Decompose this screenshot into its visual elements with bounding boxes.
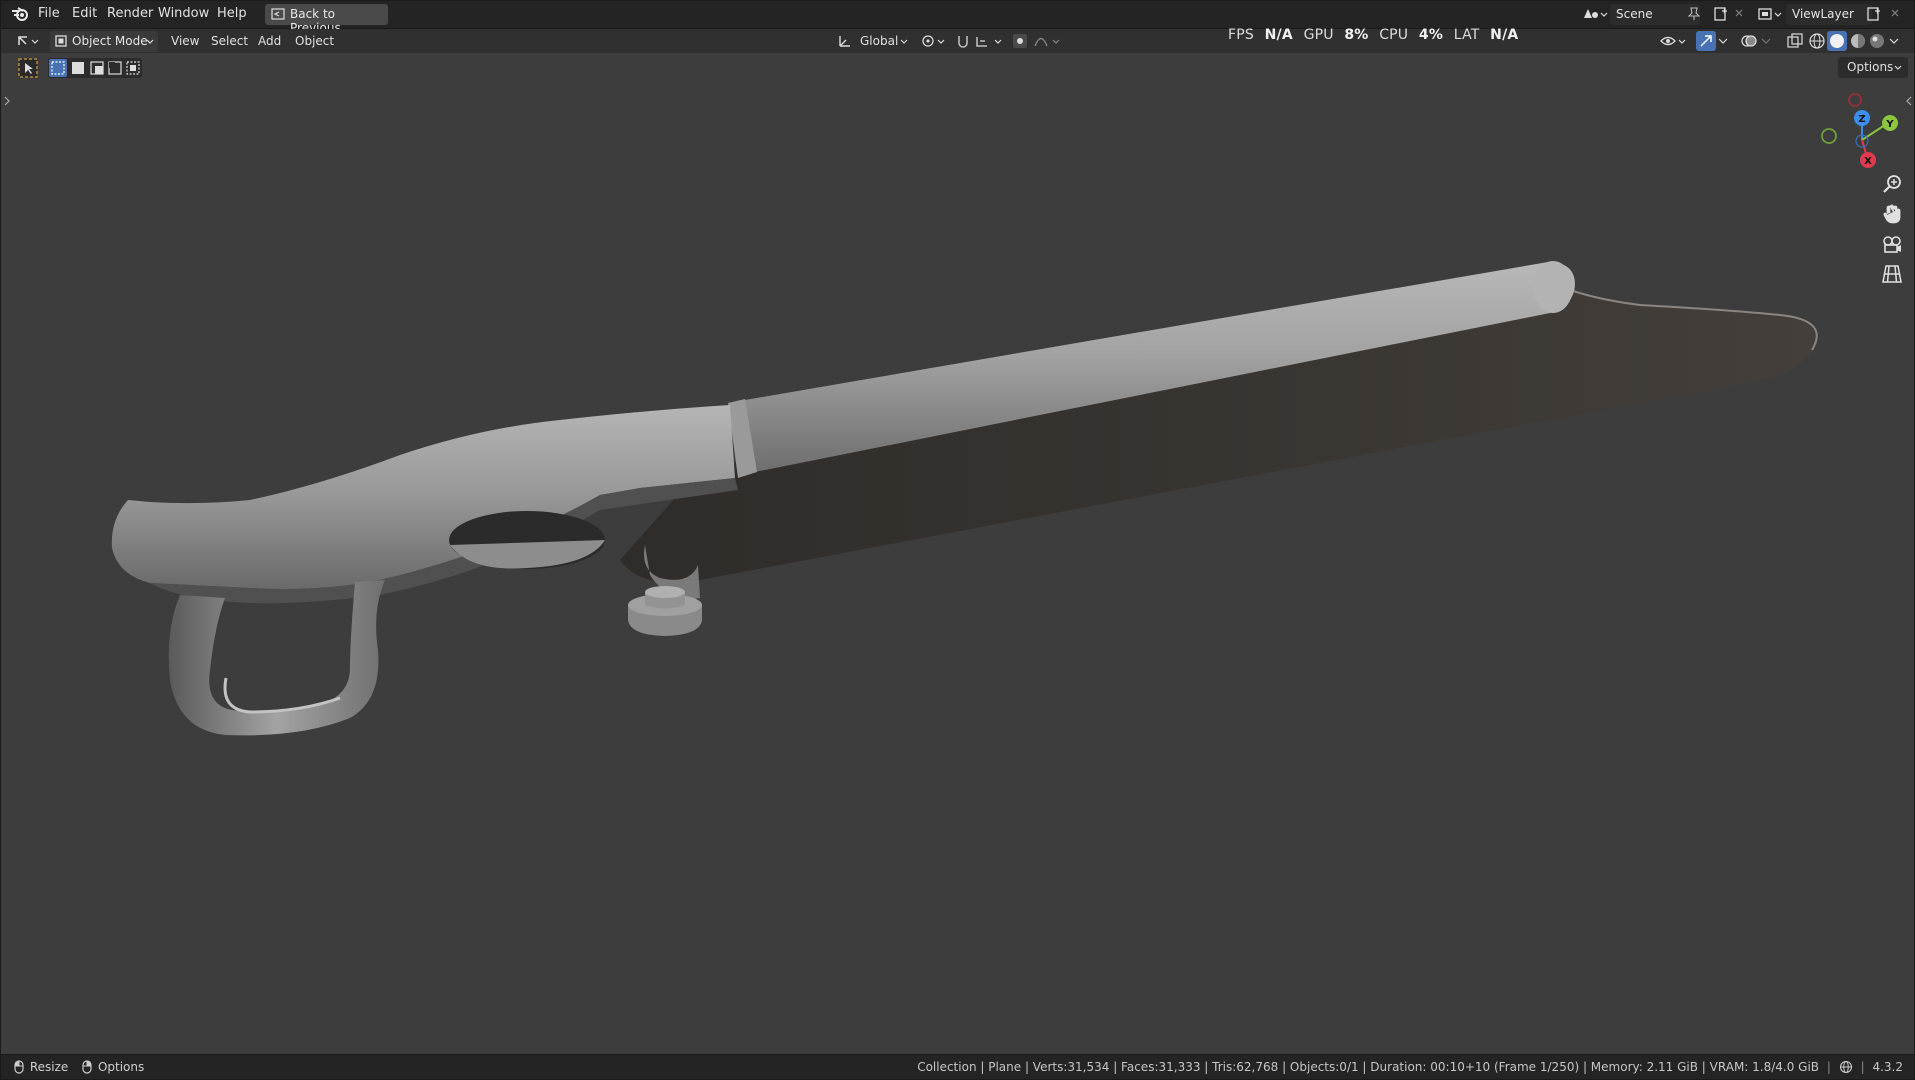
select-tool-icon[interactable] (18, 58, 38, 78)
top-menu-bar: File Edit Render Window Help Back to Pre… (0, 0, 1915, 35)
fps-label: FPS (1228, 27, 1254, 43)
transform-orientation-label[interactable]: Global (860, 34, 898, 48)
gizmo-toggle-icon[interactable] (1696, 31, 1716, 51)
camera-view-icon[interactable] (1880, 232, 1904, 256)
menu-help[interactable]: Help (217, 6, 247, 21)
solid-shading-icon[interactable] (1827, 31, 1847, 51)
lat-value: N/A (1490, 27, 1519, 43)
performance-stats: FPS N/A GPU 8% CPU 4% LAT N/A (1228, 27, 1518, 43)
rendered-shading-icon[interactable] (1868, 32, 1886, 50)
chevron-down-icon[interactable] (1889, 37, 1899, 45)
back-icon (271, 8, 285, 20)
new-scene-icon[interactable] (1713, 6, 1729, 22)
scene-name-field[interactable]: Scene (1610, 4, 1700, 25)
menu-render[interactable]: Render (107, 6, 153, 21)
zoom-icon[interactable] (1880, 172, 1904, 196)
material-preview-icon[interactable] (1849, 32, 1867, 50)
navigation-gizmo[interactable]: Z Y X (1818, 90, 1908, 170)
gizmo-z-label: Z (1858, 114, 1865, 125)
menu-window[interactable]: Window (158, 6, 209, 21)
xray-toggle-icon[interactable] (1786, 32, 1804, 50)
viewport-canvas[interactable] (0, 53, 1915, 1054)
object-mode-label: Object Mode (72, 34, 148, 48)
editor-type-icon[interactable] (16, 33, 42, 49)
chevron-down-icon (146, 39, 154, 44)
fps-value: N/A (1264, 27, 1293, 43)
pan-hand-icon[interactable] (1880, 202, 1904, 226)
options-label: Options (1847, 60, 1894, 74)
object-mode-dropdown[interactable]: Object Mode (50, 31, 158, 52)
menu-view[interactable]: View (171, 34, 199, 48)
viewlayer-name-label: ViewLayer (1792, 7, 1854, 21)
snap-target-icon[interactable] (975, 33, 1005, 49)
snap-toggle-icon[interactable] (955, 33, 971, 49)
cpu-value: 4% (1418, 27, 1444, 43)
network-globe-icon[interactable] (1839, 1060, 1853, 1074)
menu-select[interactable]: Select (211, 34, 248, 48)
status-bar: Resize Options Collection | Plane | Vert… (0, 1054, 1915, 1080)
status-info: Collection | Plane | Verts:31,534 | Face… (917, 1060, 1903, 1074)
pin-icon[interactable] (1688, 7, 1700, 21)
menu-file[interactable]: File (38, 6, 60, 21)
chevron-down-icon[interactable] (1718, 37, 1728, 45)
proportional-falloff-icon[interactable] (1033, 33, 1063, 49)
menu-edit[interactable]: Edit (72, 6, 97, 21)
mouse-icon (14, 1060, 24, 1074)
blender-logo-icon[interactable] (10, 5, 30, 23)
status-left: Resize Options (12, 1060, 144, 1074)
chevron-down-icon[interactable] (1761, 37, 1771, 45)
pivot-point-icon[interactable] (920, 33, 948, 49)
proportional-editing-icon[interactable] (1012, 33, 1028, 49)
transform-orientation-icon[interactable] (837, 33, 853, 49)
gpu-value: 8% (1344, 27, 1369, 43)
selection-mode-group[interactable] (48, 58, 142, 78)
status-options: Options (97, 1060, 145, 1074)
back-to-previous-button[interactable]: Back to Previous (265, 4, 388, 35)
scene-name-label: Scene (1616, 7, 1653, 21)
delete-viewlayer-icon[interactable] (1890, 8, 1900, 18)
toolbar-expand-icon[interactable] (3, 96, 11, 106)
gpu-label: GPU (1303, 27, 1334, 43)
menu-object[interactable]: Object (295, 34, 334, 48)
menu-add[interactable]: Add (258, 34, 281, 48)
viewlayer-name-field[interactable]: ViewLayer (1786, 4, 1872, 25)
wireframe-shading-icon[interactable] (1808, 32, 1826, 50)
gizmo-y-label: Y (1885, 119, 1894, 130)
gizmo-x-label: X (1864, 156, 1872, 167)
mouse-right-icon (82, 1060, 92, 1074)
delete-scene-icon[interactable] (1734, 8, 1744, 18)
overlays-icon[interactable] (1740, 32, 1758, 50)
scene-type-icon[interactable] (1582, 6, 1608, 22)
chevron-down-icon[interactable] (900, 39, 908, 45)
scene-statistics: Collection | Plane | Verts:31,534 | Face… (917, 1060, 1820, 1074)
lat-label: LAT (1453, 27, 1480, 43)
perspective-ortho-grid-icon[interactable] (1880, 262, 1904, 286)
status-resize: Resize (29, 1060, 69, 1074)
new-viewlayer-icon[interactable] (1866, 6, 1882, 22)
blender-version: 4.3.2 (1872, 1060, 1903, 1074)
3d-viewport[interactable] (0, 53, 1915, 1054)
options-dropdown[interactable]: Options (1838, 57, 1908, 78)
viewlayer-icon[interactable] (1757, 6, 1783, 22)
visibility-selectability-icon[interactable] (1660, 33, 1688, 49)
cpu-label: CPU (1379, 27, 1409, 43)
chevron-down-icon (1894, 65, 1902, 70)
object-mode-icon (55, 35, 67, 47)
